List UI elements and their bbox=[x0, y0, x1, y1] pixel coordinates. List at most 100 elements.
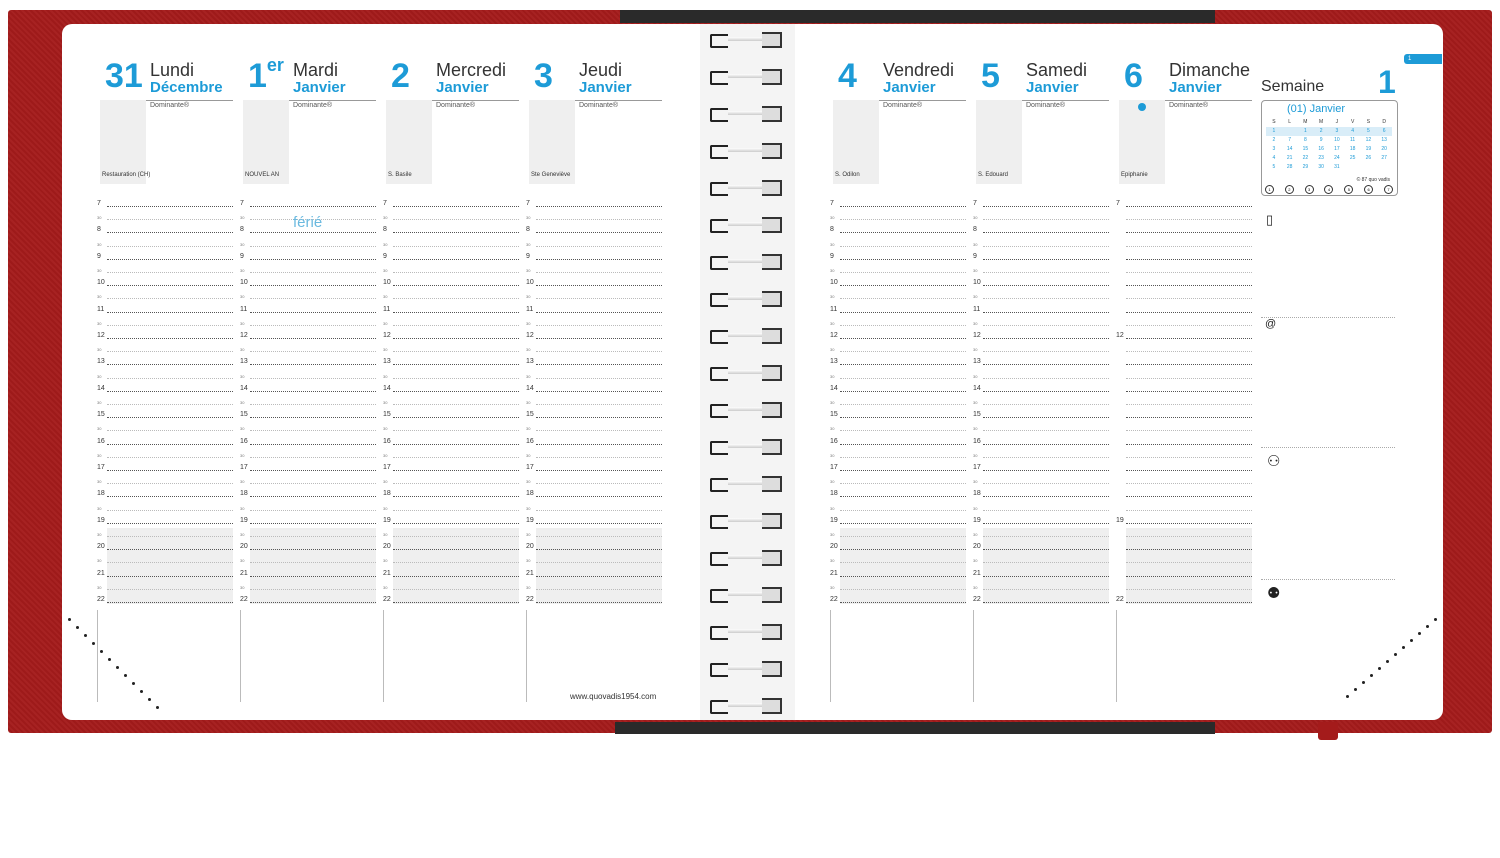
mini-calendar-date[interactable]: 9 bbox=[1313, 136, 1329, 145]
half-hour-slot[interactable] bbox=[983, 404, 1109, 405]
half-hour-slot[interactable] bbox=[536, 536, 662, 537]
hour-slot[interactable] bbox=[107, 311, 233, 313]
half-hour-slot[interactable] bbox=[840, 404, 966, 405]
hour-slot[interactable] bbox=[840, 285, 966, 287]
half-hour-slot[interactable] bbox=[1126, 245, 1252, 247]
hour-slot[interactable] bbox=[1126, 575, 1252, 577]
hour-slot[interactable] bbox=[393, 311, 519, 313]
half-hour-slot[interactable] bbox=[393, 272, 519, 273]
half-hour-slot[interactable] bbox=[840, 430, 966, 432]
half-hour-slot[interactable] bbox=[536, 272, 662, 273]
half-hour-slot[interactable] bbox=[536, 483, 662, 485]
half-hour-slot[interactable] bbox=[536, 562, 662, 564]
half-hour-slot[interactable] bbox=[107, 562, 233, 564]
half-hour-slot[interactable] bbox=[393, 588, 519, 590]
half-hour-slot[interactable] bbox=[107, 588, 233, 590]
hour-slot[interactable] bbox=[107, 575, 233, 577]
week-tab[interactable]: 1 bbox=[1404, 54, 1442, 64]
mini-calendar-date[interactable]: 6 bbox=[1376, 127, 1392, 136]
half-hour-slot[interactable] bbox=[393, 456, 519, 458]
half-hour-slot[interactable] bbox=[250, 483, 376, 485]
half-hour-slot[interactable] bbox=[983, 351, 1109, 353]
hour-slot[interactable] bbox=[107, 338, 233, 339]
hour-slot[interactable] bbox=[250, 285, 376, 287]
hour-slot[interactable] bbox=[536, 206, 662, 207]
mini-calendar-date[interactable]: 13 bbox=[1376, 136, 1392, 145]
mini-calendar-date[interactable]: 3 bbox=[1266, 145, 1282, 154]
half-hour-slot[interactable] bbox=[250, 536, 376, 537]
hour-slot[interactable] bbox=[107, 443, 233, 445]
half-hour-slot[interactable] bbox=[1126, 562, 1252, 564]
half-hour-slot[interactable] bbox=[250, 245, 376, 247]
half-hour-slot[interactable] bbox=[393, 430, 519, 432]
half-hour-slot[interactable] bbox=[250, 404, 376, 405]
hour-slot[interactable] bbox=[840, 364, 966, 366]
half-hour-slot[interactable] bbox=[840, 324, 966, 326]
hour-slot[interactable] bbox=[983, 549, 1109, 551]
half-hour-slot[interactable] bbox=[393, 562, 519, 564]
hour-slot[interactable] bbox=[983, 338, 1109, 339]
half-hour-slot[interactable] bbox=[536, 377, 662, 379]
half-hour-slot[interactable] bbox=[983, 298, 1109, 300]
mini-calendar-date[interactable]: 2 bbox=[1266, 136, 1282, 145]
mini-calendar-date[interactable]: 17 bbox=[1329, 145, 1345, 154]
hour-slot[interactable] bbox=[840, 470, 966, 471]
half-hour-slot[interactable] bbox=[536, 219, 662, 221]
hour-slot[interactable] bbox=[536, 417, 662, 419]
half-hour-slot[interactable] bbox=[250, 562, 376, 564]
half-hour-slot[interactable] bbox=[250, 588, 376, 590]
half-hour-slot[interactable] bbox=[1126, 483, 1252, 485]
mini-calendar-date[interactable]: 22 bbox=[1298, 154, 1314, 163]
hour-slot[interactable] bbox=[983, 575, 1109, 577]
hour-slot[interactable] bbox=[107, 206, 233, 207]
hour-slot[interactable] bbox=[840, 311, 966, 313]
mini-calendar-date[interactable]: 31 bbox=[1329, 163, 1345, 172]
mini-calendar-date[interactable] bbox=[1376, 163, 1392, 172]
hour-slot[interactable] bbox=[393, 364, 519, 366]
hour-slot[interactable] bbox=[983, 522, 1109, 524]
hour-slot[interactable] bbox=[393, 575, 519, 577]
half-hour-slot[interactable] bbox=[840, 483, 966, 485]
hour-slot[interactable] bbox=[250, 338, 376, 339]
half-hour-slot[interactable] bbox=[393, 377, 519, 379]
half-hour-slot[interactable] bbox=[107, 404, 233, 405]
half-hour-slot[interactable] bbox=[1126, 351, 1252, 353]
hour-slot[interactable] bbox=[1126, 390, 1252, 392]
hour-slot[interactable] bbox=[840, 232, 966, 234]
mini-calendar-date[interactable]: 27 bbox=[1376, 154, 1392, 163]
hour-slot[interactable] bbox=[840, 258, 966, 260]
hour-slot[interactable] bbox=[1126, 443, 1252, 445]
hour-slot[interactable] bbox=[983, 311, 1109, 313]
hour-slot[interactable] bbox=[1126, 311, 1252, 313]
hour-slot[interactable] bbox=[1126, 496, 1252, 498]
half-hour-slot[interactable] bbox=[1126, 430, 1252, 432]
mini-calendar-date[interactable]: 8 bbox=[1298, 136, 1314, 145]
mini-calendar-date[interactable]: 18 bbox=[1345, 145, 1361, 154]
hour-slot[interactable] bbox=[840, 575, 966, 577]
hour-slot[interactable] bbox=[983, 232, 1109, 234]
mini-calendar-date[interactable] bbox=[1361, 163, 1377, 172]
hour-slot[interactable] bbox=[107, 285, 233, 287]
half-hour-slot[interactable] bbox=[536, 324, 662, 326]
half-hour-slot[interactable] bbox=[250, 324, 376, 326]
mini-calendar-date[interactable]: 5 bbox=[1266, 163, 1282, 172]
half-hour-slot[interactable] bbox=[107, 245, 233, 247]
hour-slot[interactable] bbox=[1126, 232, 1252, 234]
hour-slot[interactable] bbox=[536, 575, 662, 577]
half-hour-slot[interactable] bbox=[840, 245, 966, 247]
hour-slot[interactable] bbox=[536, 470, 662, 471]
hour-slot[interactable] bbox=[107, 232, 233, 234]
hour-slot[interactable] bbox=[1126, 338, 1252, 339]
hour-slot[interactable] bbox=[536, 496, 662, 498]
hour-slot[interactable] bbox=[250, 470, 376, 471]
half-hour-slot[interactable] bbox=[536, 351, 662, 353]
half-hour-slot[interactable] bbox=[393, 324, 519, 326]
mini-calendar-date[interactable]: 5 bbox=[1361, 127, 1377, 136]
hour-slot[interactable] bbox=[983, 443, 1109, 445]
hour-slot[interactable] bbox=[983, 417, 1109, 419]
half-hour-slot[interactable] bbox=[983, 509, 1109, 511]
half-hour-slot[interactable] bbox=[107, 351, 233, 353]
half-hour-slot[interactable] bbox=[840, 509, 966, 511]
hour-slot[interactable] bbox=[840, 549, 966, 551]
mini-calendar-date[interactable]: 29 bbox=[1298, 163, 1314, 172]
